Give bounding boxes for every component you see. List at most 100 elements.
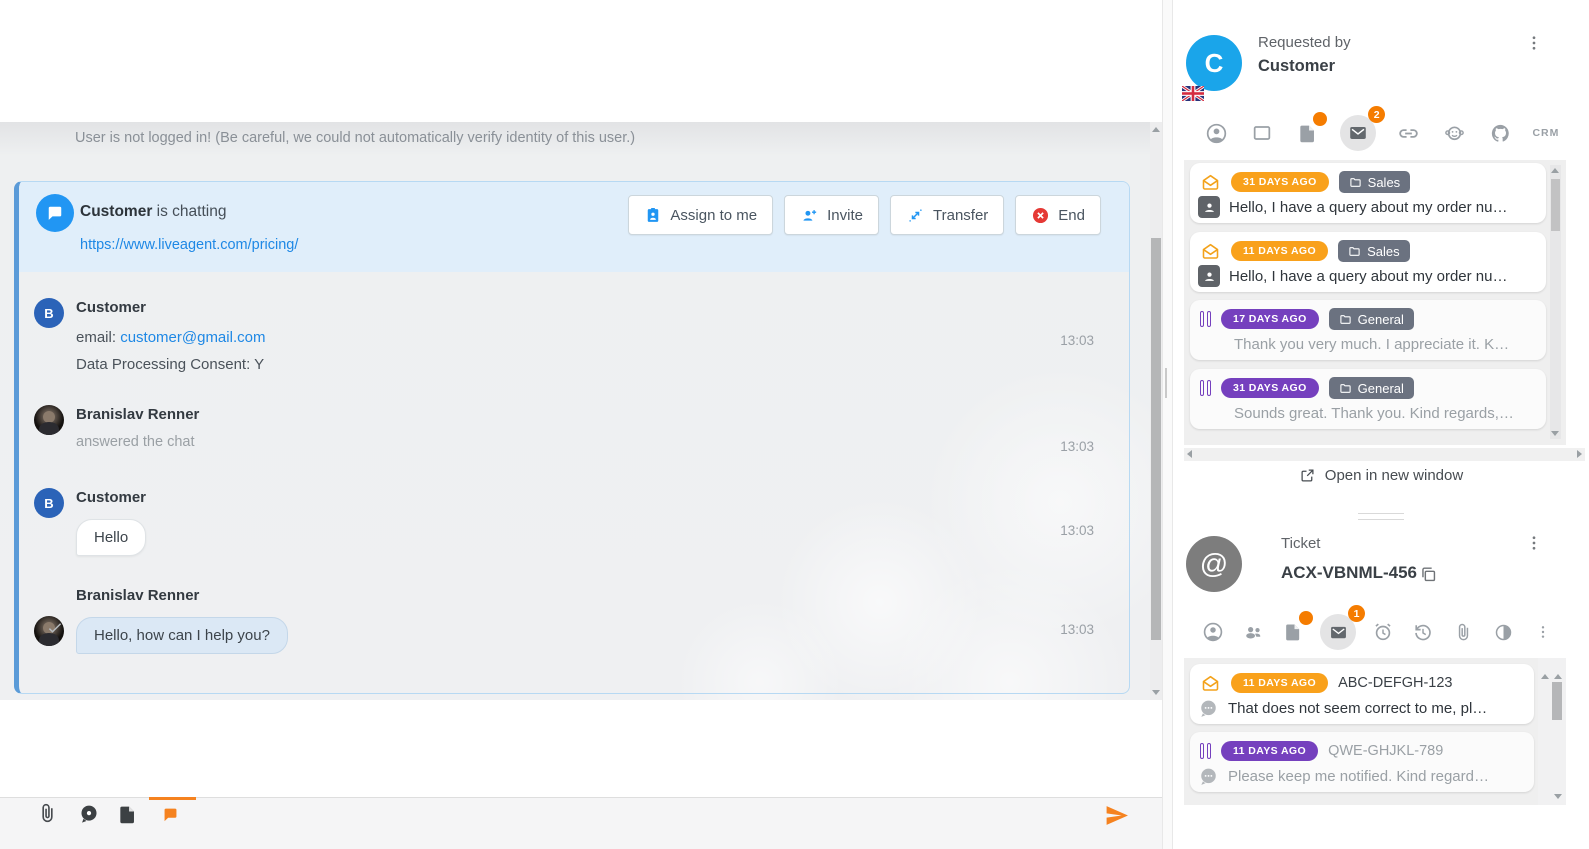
ticket-menu-button[interactable] [1525, 534, 1543, 552]
pause-icon [1200, 380, 1211, 396]
related-list-scroll-zone[interactable] [1538, 658, 1566, 805]
contact-details-tab-icon[interactable] [1203, 120, 1229, 146]
chat-panel: User is not logged in! (Be careful, we c… [0, 0, 1162, 849]
pause-icon [1200, 311, 1211, 327]
scroll-right-arrow[interactable] [1577, 450, 1582, 458]
chat-header-band [0, 0, 1162, 122]
ticket-tabs-row: 1 [1200, 614, 1556, 650]
department-label: General [1358, 381, 1404, 396]
message-event: answered the chat [76, 434, 195, 450]
scroll-down-arrow[interactable] [1152, 690, 1160, 695]
email-link[interactable]: customer@gmail.com [120, 329, 265, 346]
transfer-label: Transfer [933, 207, 988, 224]
chat-scrollbar[interactable] [1150, 122, 1162, 700]
end-chat-button[interactable]: End [1015, 195, 1101, 235]
ticket-card[interactable]: 17 DAYS AGO General Thank you very much.… [1190, 300, 1546, 360]
github-tab-icon[interactable] [1487, 120, 1513, 146]
chat-bubble-icon [36, 194, 74, 232]
participants-tab-icon[interactable] [1240, 619, 1266, 645]
related-tickets-list: 11 DAYS AGO ABC-DEFGH-123 That does not … [1184, 658, 1566, 805]
contact-list-hscrollbar[interactable] [1184, 448, 1585, 461]
ticket-card[interactable]: 31 DAYS AGO Sales Hello, I have a query … [1190, 163, 1546, 223]
message-consent-line: Data Processing Consent: Y [76, 356, 264, 373]
end-label: End [1058, 207, 1085, 224]
scrollbar-thumb[interactable] [1551, 179, 1560, 231]
department-badge: Sales [1338, 240, 1410, 262]
ticket-contact-tab-icon[interactable] [1200, 619, 1226, 645]
message-author: Branislav Renner [76, 406, 199, 423]
related-ticket-code: QWE-GHJKL-789 [1328, 743, 1443, 759]
more-tabs-icon[interactable] [1530, 619, 1556, 645]
ticket-avatar[interactable]: @ [1186, 536, 1242, 592]
session-status: is chatting [157, 203, 227, 220]
transfer-button[interactable]: Transfer [890, 195, 1004, 235]
chat-bubble-icon [1198, 698, 1219, 719]
chat-bubble-icon [1198, 766, 1219, 787]
scroll-left-arrow[interactable] [1187, 450, 1192, 458]
mailchimp-tab-icon[interactable] [1442, 120, 1468, 146]
related-tickets-tab-icon-selected[interactable]: 1 [1320, 614, 1356, 650]
ticket-preview: Please keep me notified. Kind regard… [1228, 768, 1524, 785]
send-icon[interactable] [1104, 803, 1129, 828]
details-sidebar: C Requested by Customer 2 CRM 31 DAYS AG… [1173, 0, 1589, 849]
scroll-down-arrow[interactable] [1554, 794, 1562, 799]
folder-icon [1339, 382, 1352, 395]
related-ticket-card[interactable]: 11 DAYS AGO ABC-DEFGH-123 That does not … [1190, 664, 1534, 724]
crm-tab-icon[interactable]: CRM [1533, 120, 1559, 146]
panel-splitter[interactable] [1162, 0, 1173, 849]
contact-name[interactable]: Customer [1258, 57, 1335, 76]
contact-list-scrollbar[interactable] [1550, 165, 1561, 439]
scroll-up-arrow[interactable] [1152, 127, 1160, 132]
session-title: Customer is chatting [80, 203, 226, 221]
sla-tab-icon[interactable] [1490, 619, 1516, 645]
message-time: 13:03 [1060, 622, 1094, 637]
section-divider-handle[interactable] [1358, 513, 1404, 520]
chat-message-tab-icon[interactable] [78, 803, 100, 825]
message-compose-area[interactable] [0, 700, 1162, 797]
scroll-up-arrow[interactable] [1541, 674, 1549, 679]
open-in-new-window-link[interactable]: Open in new window [1173, 467, 1589, 484]
department-badge: Sales [1339, 171, 1411, 193]
contact-menu-button[interactable] [1525, 34, 1543, 52]
ticket-preview: Sounds great. Thank you. Kind regards,… [1234, 405, 1536, 422]
related-ticket-code: ABC-DEFGH-123 [1338, 675, 1452, 691]
contact-square-icon [1198, 196, 1220, 218]
ticket-card[interactable]: 11 DAYS AGO Sales Hello, I have a query … [1190, 232, 1546, 292]
assign-to-me-label: Assign to me [670, 207, 757, 224]
scroll-down-arrow[interactable] [1551, 431, 1559, 436]
chat-session-header: Customer is chatting https://www.liveage… [19, 182, 1129, 272]
assign-to-me-button[interactable]: Assign to me [628, 195, 773, 235]
contact-avatar[interactable]: C [1186, 35, 1242, 91]
browser-sessions-tab-icon[interactable] [1249, 120, 1275, 146]
notes-tab-icon[interactable] [117, 804, 138, 825]
open-envelope-icon [1200, 673, 1221, 694]
contact-section-title: Requested by [1258, 34, 1351, 51]
session-url-link[interactable]: https://www.liveagent.com/pricing/ [80, 237, 298, 253]
ticket-preview: Hello, I have a query about my order nu… [1229, 268, 1536, 285]
ticket-notes-tab-icon[interactable] [1280, 619, 1306, 645]
notes-badge-dot [1299, 611, 1313, 625]
chat-message-area[interactable]: User is not logged in! (Be careful, we c… [0, 122, 1150, 700]
attach-file-icon[interactable] [36, 802, 59, 825]
ticket-card[interactable]: 31 DAYS AGO General Sounds great. Thank … [1190, 369, 1546, 429]
chat-scrollbar-thumb[interactable] [1151, 238, 1161, 640]
session-actions: Assign to me Invite Transfer End [628, 195, 1101, 235]
attachments-tab-icon[interactable] [1450, 619, 1476, 645]
history-tab-icon[interactable] [1410, 619, 1436, 645]
scroll-up-arrow[interactable] [1554, 674, 1562, 679]
reminders-tab-icon[interactable] [1370, 619, 1396, 645]
agent-avatar [34, 405, 64, 435]
scrollbar-thumb[interactable] [1552, 682, 1562, 720]
related-ticket-card[interactable]: 11 DAYS AGO QWE-GHJKL-789 Please keep me… [1190, 732, 1534, 792]
scroll-up-arrow[interactable] [1551, 168, 1559, 173]
ticket-code[interactable]: ACX-VBNML-456 [1281, 563, 1417, 583]
folder-icon [1349, 176, 1362, 189]
email-label: email: [76, 329, 116, 346]
chat-flag-tab-icon[interactable] [161, 805, 180, 824]
tickets-tab-icon-selected[interactable]: 2 [1340, 115, 1376, 151]
invite-button[interactable]: Invite [784, 195, 879, 235]
notes-tab-icon[interactable] [1294, 120, 1320, 146]
contact-tickets-list: 31 DAYS AGO Sales Hello, I have a query … [1184, 160, 1566, 445]
copy-icon[interactable] [1419, 565, 1438, 584]
link-tab-icon[interactable] [1396, 120, 1422, 146]
